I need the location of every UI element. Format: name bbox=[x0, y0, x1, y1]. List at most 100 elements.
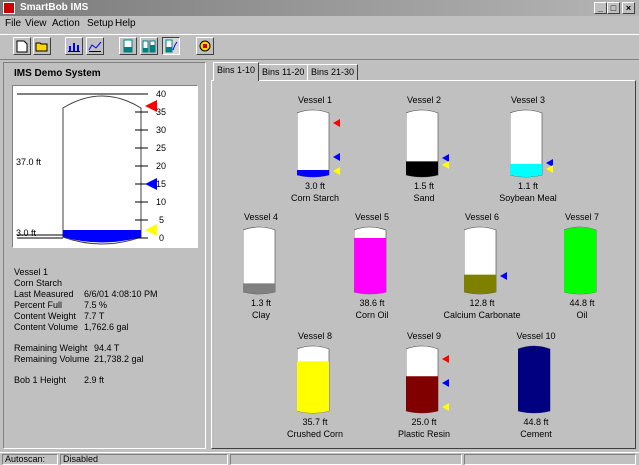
menu-view[interactable]: View bbox=[25, 18, 47, 29]
level-marker bbox=[333, 119, 340, 127]
headroom-label: 37.0 ft bbox=[16, 157, 42, 167]
vessel-tank-graphic[interactable] bbox=[464, 224, 500, 296]
vessel-group-icon[interactable] bbox=[140, 37, 158, 55]
vessel-height: 1.5 ft bbox=[413, 181, 434, 191]
info-value-content-volume: 1,762.6 gal bbox=[84, 322, 129, 332]
vessel-name: Vessel 4 bbox=[243, 212, 279, 222]
vessel-name: Vessel 2 bbox=[406, 95, 442, 105]
vessel-fill-level bbox=[406, 376, 438, 413]
vessel-6[interactable]: Vessel 6 12.8 ft Calcium Carbonate bbox=[437, 212, 527, 332]
vessel-overview-panel: Vessel 1 3.0 ft Corn Starch Vessel 2 1.5 ft S… bbox=[211, 80, 636, 449]
info-value-last-measured: 6/6/01 4:08:10 PM bbox=[84, 289, 158, 299]
bar-chart-icon[interactable] bbox=[65, 37, 83, 55]
level-marker bbox=[442, 379, 449, 387]
tab-bins-21-30[interactable]: Bins 21-30 bbox=[307, 64, 359, 80]
vessel-tank-graphic[interactable] bbox=[243, 224, 279, 296]
vessel-height: 44.8 ft bbox=[569, 298, 595, 308]
vessel-graph-icon[interactable] bbox=[162, 37, 180, 55]
vessel-tank-graphic[interactable] bbox=[406, 107, 442, 179]
vessel-3[interactable]: Vessel 3 1.1 ft Soybean Meal bbox=[483, 95, 573, 215]
vessel-height: 38.6 ft bbox=[359, 298, 385, 308]
vessel-10[interactable]: Vessel 10 44.8 ft Cement bbox=[491, 331, 581, 451]
scale-label-10: 10 bbox=[156, 197, 167, 207]
level-label: 3.0 ft bbox=[16, 228, 37, 238]
info-label-last-measured: Last Measured bbox=[14, 289, 74, 299]
maximize-button[interactable]: □ bbox=[607, 2, 620, 14]
info-label-remaining-weight: Remaining Weight bbox=[14, 343, 88, 353]
vessel-5[interactable]: Vessel 5 38.6 ft Corn Oil bbox=[327, 212, 417, 332]
vessel-detail-panel: IMS Demo System 40 35 30 25 20 15 10 5 0… bbox=[3, 62, 206, 449]
info-label-percent-full: Percent Full bbox=[14, 300, 63, 310]
autoscan-label: Autoscan: bbox=[2, 454, 58, 465]
line-chart-icon[interactable] bbox=[86, 37, 104, 55]
tab-bins-1-10[interactable]: Bins 1-10 bbox=[213, 62, 260, 81]
level-marker bbox=[442, 355, 449, 363]
vessel-height: 1.3 ft bbox=[250, 298, 271, 308]
vessel-height: 35.7 ft bbox=[302, 417, 328, 427]
system-name: IMS Demo System bbox=[14, 68, 101, 79]
vessel-tank-graphic[interactable] bbox=[406, 343, 442, 415]
info-value-remaining-volume: 21,738.2 gal bbox=[94, 354, 144, 364]
vessel-material: Corn Oil bbox=[355, 310, 389, 320]
vessel-height: 12.8 ft bbox=[469, 298, 495, 308]
scale-label-25: 25 bbox=[156, 143, 167, 153]
vessel-name: Vessel 5 bbox=[354, 212, 390, 222]
vessel-name: Vessel 7 bbox=[564, 212, 600, 222]
tab-bins-11-20[interactable]: Bins 11-20 bbox=[258, 64, 309, 80]
autoscan-status: Disabled bbox=[60, 454, 228, 465]
vessel-tank-graphic[interactable] bbox=[564, 224, 600, 296]
open-icon[interactable] bbox=[33, 37, 51, 55]
vessel-7[interactable]: Vessel 7 44.8 ft Oil bbox=[537, 212, 627, 332]
app-icon[interactable] bbox=[3, 2, 15, 14]
window-title: SmartBob IMS bbox=[20, 2, 89, 13]
menu-setup[interactable]: Setup bbox=[87, 18, 113, 29]
status-bar: Autoscan: Disabled bbox=[0, 452, 639, 465]
vessel-icon[interactable] bbox=[119, 37, 137, 55]
vessel-fill-level bbox=[518, 346, 550, 413]
info-label-content-weight: Content Weight bbox=[14, 311, 76, 321]
menu-action[interactable]: Action bbox=[52, 18, 80, 29]
info-value-bob-height: 2.9 ft bbox=[84, 375, 105, 385]
vessel-material: Cement bbox=[520, 429, 552, 439]
low-level-marker bbox=[145, 224, 157, 236]
vessel-4[interactable]: Vessel 4 1.3 ft Clay bbox=[216, 212, 306, 332]
vessel-fill-level bbox=[354, 238, 386, 294]
close-button[interactable]: × bbox=[622, 2, 635, 14]
vessel-tank-graphic[interactable] bbox=[354, 224, 390, 296]
vessel-1[interactable]: Vessel 1 3.0 ft Corn Starch bbox=[270, 95, 360, 215]
minimize-button[interactable]: _ bbox=[594, 2, 607, 14]
info-value-remaining-weight: 94.4 T bbox=[94, 343, 120, 353]
scale-label-20: 20 bbox=[156, 161, 167, 171]
vessel-tank-graphic[interactable] bbox=[510, 107, 546, 179]
vessel-name: Vessel 10 bbox=[516, 331, 556, 341]
measure-icon[interactable] bbox=[196, 37, 214, 55]
vessel-material: Corn Starch bbox=[290, 193, 340, 203]
info-value-percent-full: 7.5 % bbox=[84, 300, 108, 310]
vessel-height: 25.0 ft bbox=[411, 417, 437, 427]
vessel-material: Soybean Meal bbox=[499, 193, 557, 203]
vessel-height: 1.1 ft bbox=[517, 181, 538, 191]
level-marker bbox=[546, 165, 553, 173]
vessel-2[interactable]: Vessel 2 1.5 ft Sand bbox=[379, 95, 469, 215]
vessel-tank-graphic[interactable] bbox=[518, 343, 554, 415]
level-marker bbox=[333, 167, 340, 175]
menu-help[interactable]: Help bbox=[115, 18, 136, 29]
scale-label-0: 0 bbox=[159, 233, 165, 243]
status-pane-3 bbox=[464, 454, 636, 465]
vessel-tank-graphic[interactable] bbox=[297, 107, 333, 179]
menu-file[interactable]: File bbox=[5, 18, 21, 29]
vessel-9[interactable]: Vessel 9 25.0 ft Plastic Resin bbox=[379, 331, 469, 451]
vessel-name: Vessel 8 bbox=[297, 331, 333, 341]
vessel-tank-graphic[interactable] bbox=[297, 343, 333, 415]
level-marker bbox=[500, 272, 507, 280]
title-bar[interactable]: SmartBob IMS _ □ × bbox=[0, 0, 639, 16]
vessel-name: Vessel 9 bbox=[406, 331, 442, 341]
vessel-fill-level bbox=[297, 361, 329, 413]
vessel-8[interactable]: Vessel 8 35.7 ft Crushed Corn bbox=[270, 331, 360, 451]
vessel-name: Vessel 6 bbox=[464, 212, 500, 222]
info-value-content-weight: 7.7 T bbox=[84, 311, 105, 321]
vessel-fill-level bbox=[406, 161, 438, 177]
new-icon[interactable] bbox=[13, 37, 31, 55]
status-pane-2 bbox=[230, 454, 462, 465]
scale-label-15: 15 bbox=[156, 179, 167, 189]
